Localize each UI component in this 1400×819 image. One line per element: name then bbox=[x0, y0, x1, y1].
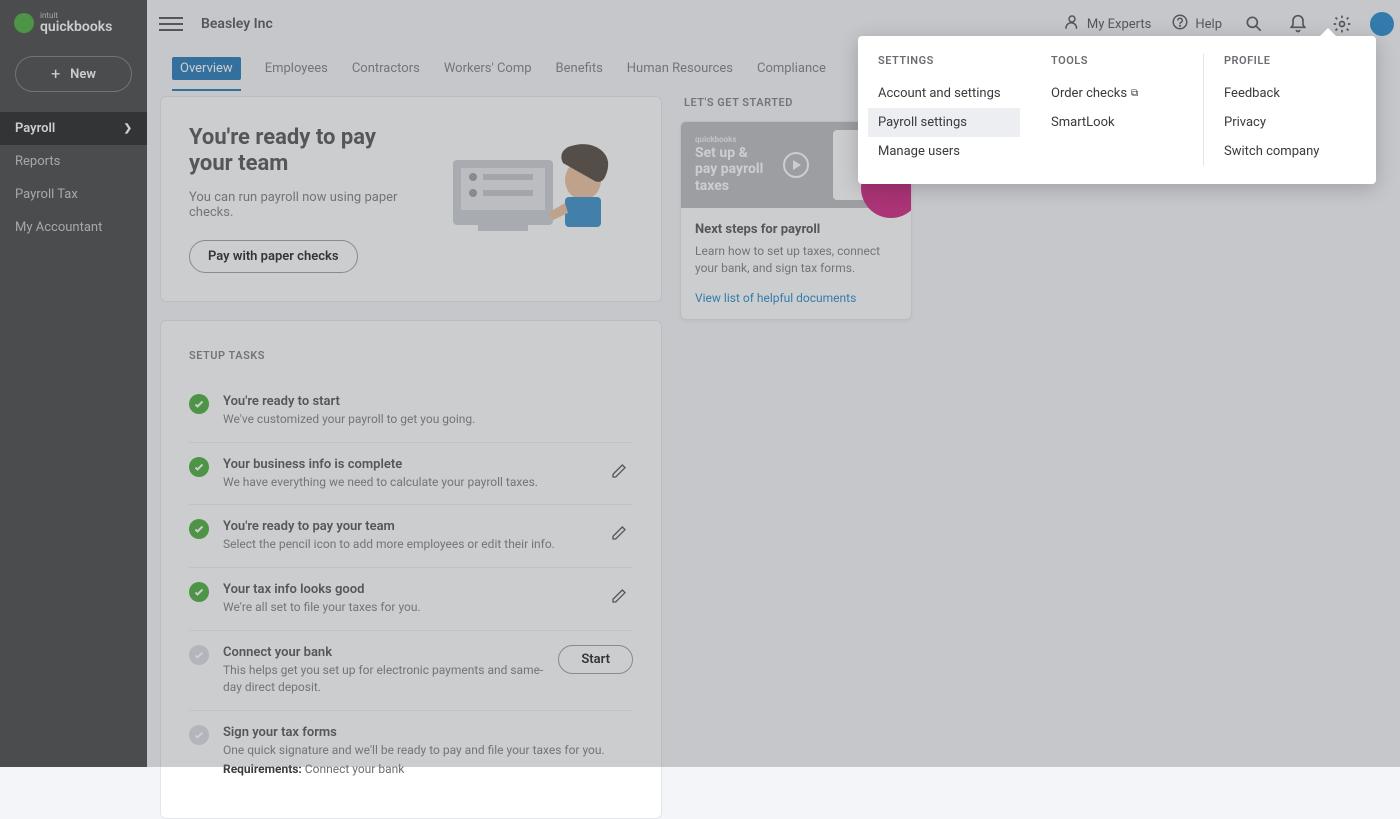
my-experts-link[interactable]: My Experts bbox=[1063, 13, 1151, 35]
search-icon[interactable] bbox=[1242, 12, 1266, 36]
hero-card: You're ready to pay your team You can ru… bbox=[160, 96, 662, 302]
sidebar-item-label: My Accountant bbox=[15, 220, 102, 235]
video-desc: Learn how to set up taxes, connect your … bbox=[695, 243, 897, 277]
brand-logo[interactable]: intuit quickbooks bbox=[0, 0, 147, 46]
new-button[interactable]: + New bbox=[15, 56, 132, 92]
sidebar-item-payroll-tax[interactable]: Payroll Tax bbox=[0, 178, 147, 211]
hero-title: You're ready to pay your team bbox=[189, 125, 423, 178]
quickbooks-logo-icon bbox=[14, 13, 34, 33]
popover-item-account-settings[interactable]: Account and settings bbox=[868, 79, 1020, 108]
new-button-label: New bbox=[70, 67, 96, 82]
edit-task-button[interactable] bbox=[605, 457, 633, 485]
popover-item-payroll-settings[interactable]: Payroll settings bbox=[868, 108, 1020, 137]
hero-subtitle: You can run payroll now using paper chec… bbox=[189, 190, 423, 220]
help-icon bbox=[1171, 13, 1189, 35]
popover-col-header: TOOLS bbox=[1051, 54, 1183, 67]
task-title: Sign your tax forms bbox=[223, 725, 633, 740]
help-link[interactable]: Help bbox=[1171, 13, 1222, 35]
sidebar-item-payroll[interactable]: Payroll ❯ bbox=[0, 112, 147, 145]
task-row: Your business info is complete We have e… bbox=[189, 443, 633, 506]
check-done-icon bbox=[189, 457, 209, 477]
tab-compliance[interactable]: Compliance bbox=[757, 50, 826, 87]
main-content: You're ready to pay your team You can ru… bbox=[160, 96, 1386, 767]
task-title: Your tax info looks good bbox=[223, 582, 591, 597]
popover-item-manage-users[interactable]: Manage users bbox=[868, 137, 1020, 166]
brand-sub: intuit bbox=[40, 12, 112, 20]
plus-icon: + bbox=[51, 66, 60, 82]
sidebar-item-label: Payroll Tax bbox=[15, 187, 78, 202]
pay-paper-checks-button[interactable]: Pay with paper checks bbox=[189, 240, 358, 273]
tab-benefits[interactable]: Benefits bbox=[556, 50, 603, 87]
task-title: You're ready to start bbox=[223, 394, 633, 409]
bell-icon[interactable] bbox=[1286, 12, 1310, 36]
play-icon bbox=[783, 152, 809, 178]
task-row: You're ready to pay your team Select the… bbox=[189, 505, 633, 568]
task-title: Your business info is complete bbox=[223, 457, 591, 472]
external-link-icon: ⧉ bbox=[1131, 88, 1138, 99]
tab-human-resources[interactable]: Human Resources bbox=[627, 50, 733, 87]
task-row: You're ready to start We've customized y… bbox=[189, 380, 633, 443]
hamburger-menu-icon[interactable] bbox=[159, 12, 183, 36]
task-title: You're ready to pay your team bbox=[223, 519, 591, 534]
task-row: Connect your bank This helps get you set… bbox=[189, 631, 633, 711]
task-desc: This helps get you set up for electronic… bbox=[223, 662, 544, 696]
tab-workers-comp[interactable]: Workers' Comp bbox=[444, 50, 532, 87]
video-title: Next steps for payroll bbox=[695, 222, 897, 237]
popover-col-header: SETTINGS bbox=[878, 54, 1010, 67]
tab-employees[interactable]: Employees bbox=[265, 50, 328, 87]
popover-item-feedback[interactable]: Feedback bbox=[1214, 79, 1366, 108]
task-desc: Select the pencil icon to add more emplo… bbox=[223, 536, 591, 553]
check-done-icon bbox=[189, 394, 209, 414]
task-title: Connect your bank bbox=[223, 645, 544, 660]
company-name[interactable]: Beasley Inc bbox=[201, 16, 273, 32]
check-todo-icon bbox=[189, 725, 209, 745]
task-row: Your tax info looks good We're all set t… bbox=[189, 568, 633, 631]
popover-item-order-checks[interactable]: Order checks ⧉ bbox=[1041, 79, 1193, 108]
popover-item-switch-company[interactable]: Switch company bbox=[1214, 137, 1366, 166]
popover-col-header: PROFILE bbox=[1224, 54, 1356, 67]
task-desc: We have everything we need to calculate … bbox=[223, 474, 591, 491]
tab-contractors[interactable]: Contractors bbox=[352, 50, 420, 87]
hero-illustration bbox=[443, 125, 633, 235]
task-row: Sign your tax forms One quick signature … bbox=[189, 711, 633, 791]
edit-task-button[interactable] bbox=[605, 582, 633, 610]
sidebar-item-reports[interactable]: Reports bbox=[0, 145, 147, 178]
task-desc: One quick signature and we'll be ready t… bbox=[223, 742, 633, 759]
task-desc: We're all set to file your taxes for you… bbox=[223, 599, 591, 616]
edit-task-button[interactable] bbox=[605, 519, 633, 547]
settings-popover: SETTINGS Account and settings Payroll se… bbox=[858, 36, 1376, 184]
setup-tasks-header: SETUP TASKS bbox=[189, 349, 633, 362]
setup-tasks-card: SETUP TASKS You're ready to start We've … bbox=[160, 320, 662, 819]
popover-item-privacy[interactable]: Privacy bbox=[1214, 108, 1366, 137]
sidebar-item-label: Payroll bbox=[15, 121, 55, 136]
left-sidebar: intuit quickbooks + New Payroll ❯ Report… bbox=[0, 0, 147, 767]
chevron-right-icon: ❯ bbox=[124, 123, 132, 134]
user-avatar[interactable] bbox=[1370, 12, 1394, 36]
popover-item-smartlook[interactable]: SmartLook bbox=[1041, 108, 1193, 137]
check-done-icon bbox=[189, 519, 209, 539]
start-task-button[interactable]: Start bbox=[558, 645, 633, 674]
brand-main: quickbooks bbox=[40, 20, 112, 34]
helpful-documents-link[interactable]: View list of helpful documents bbox=[695, 291, 897, 305]
task-desc: We've customized your payroll to get you… bbox=[223, 411, 633, 428]
sidebar-item-label: Reports bbox=[15, 154, 60, 169]
tab-overview[interactable]: Overview bbox=[172, 57, 241, 80]
check-todo-icon bbox=[189, 645, 209, 665]
expert-icon bbox=[1063, 13, 1081, 35]
task-requirements: Requirements: Connect your bank bbox=[223, 762, 633, 776]
check-done-icon bbox=[189, 582, 209, 602]
sidebar-item-my-accountant[interactable]: My Accountant bbox=[0, 211, 147, 244]
